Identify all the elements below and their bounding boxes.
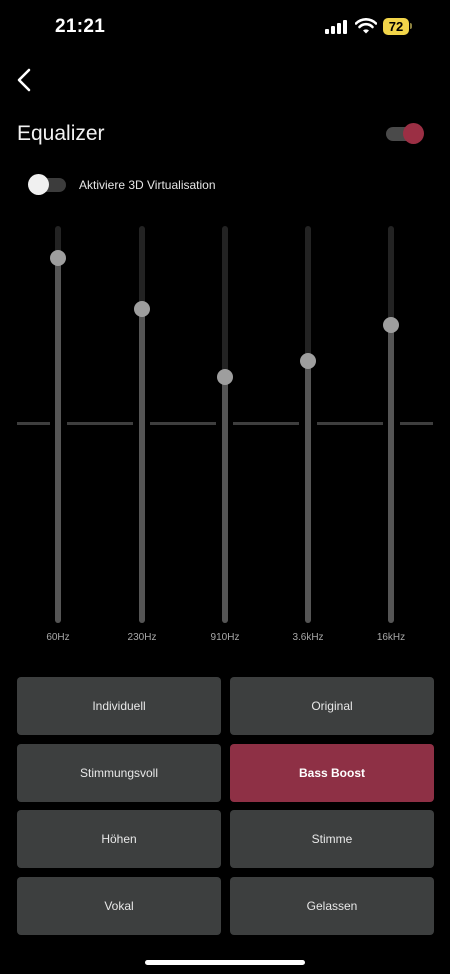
preset-label: Gelassen	[306, 899, 358, 913]
zero-line-segment	[233, 422, 299, 425]
virtualization-label: Aktiviere 3D Virtualisation	[79, 178, 216, 192]
slider-thumb[interactable]	[383, 317, 399, 334]
preset-label: Stimmungsvoll	[79, 766, 159, 780]
page-title: Equalizer	[17, 122, 105, 145]
preset-label: Original	[311, 699, 353, 713]
slider-fill	[305, 360, 311, 623]
slider-fill	[139, 309, 145, 623]
preset-label: Stimme	[311, 832, 353, 846]
freq-label: 230Hz	[127, 632, 157, 643]
preset-button[interactable]: Individuell	[17, 677, 221, 735]
zero-line-segment	[317, 422, 383, 425]
equalizer-panel: 60Hz 230Hz 910Hz 3.6kHz 16kHz	[0, 220, 450, 650]
battery-icon: 72	[383, 18, 409, 35]
wifi-icon	[355, 18, 377, 34]
slider-fill	[388, 325, 394, 623]
eq-slider-band-4[interactable]	[296, 226, 320, 623]
preset-button[interactable]: Höhen	[17, 810, 221, 868]
slider-thumb[interactable]	[50, 249, 66, 266]
preset-button[interactable]: Bass Boost	[230, 744, 434, 802]
preset-button[interactable]: Gelassen	[230, 877, 434, 935]
zero-line-segment	[400, 422, 433, 425]
preset-label: Individuell	[92, 699, 146, 713]
freq-label: 3.6kHz	[292, 632, 324, 643]
slider-thumb[interactable]	[217, 368, 233, 385]
freq-label: 16kHz	[376, 632, 406, 643]
slider-fill	[55, 257, 61, 623]
slider-thumb[interactable]	[134, 301, 150, 318]
virtualization-toggle-knob	[28, 174, 49, 195]
preset-label: Vokal	[104, 899, 134, 913]
home-indicator	[145, 960, 305, 965]
battery-cap	[410, 23, 412, 29]
eq-slider-band-5[interactable]	[379, 226, 403, 623]
freq-label: 60Hz	[46, 632, 70, 643]
eq-slider-band-2[interactable]	[130, 226, 154, 623]
virtualization-toggle[interactable]	[28, 174, 66, 195]
cellular-signal-icon	[325, 20, 347, 34]
zero-line-segment	[150, 422, 216, 425]
eq-slider-band-1[interactable]	[46, 226, 70, 623]
preset-label: Bass Boost	[298, 766, 366, 780]
zero-line-segment	[67, 422, 133, 425]
freq-label: 910Hz	[210, 632, 240, 643]
back-arrow-icon[interactable]	[14, 68, 36, 92]
preset-button[interactable]: Vokal	[17, 877, 221, 935]
preset-label: Höhen	[101, 832, 137, 846]
preset-button[interactable]: Stimmungsvoll	[17, 744, 221, 802]
equalizer-toggle-knob	[403, 123, 424, 144]
slider-thumb[interactable]	[300, 352, 316, 369]
slider-fill	[222, 376, 228, 623]
preset-button[interactable]: Stimme	[230, 810, 434, 868]
preset-button[interactable]: Original	[230, 677, 434, 735]
eq-slider-band-3[interactable]	[213, 226, 237, 623]
status-time: 21:21	[55, 16, 106, 37]
equalizer-toggle[interactable]	[386, 123, 424, 144]
